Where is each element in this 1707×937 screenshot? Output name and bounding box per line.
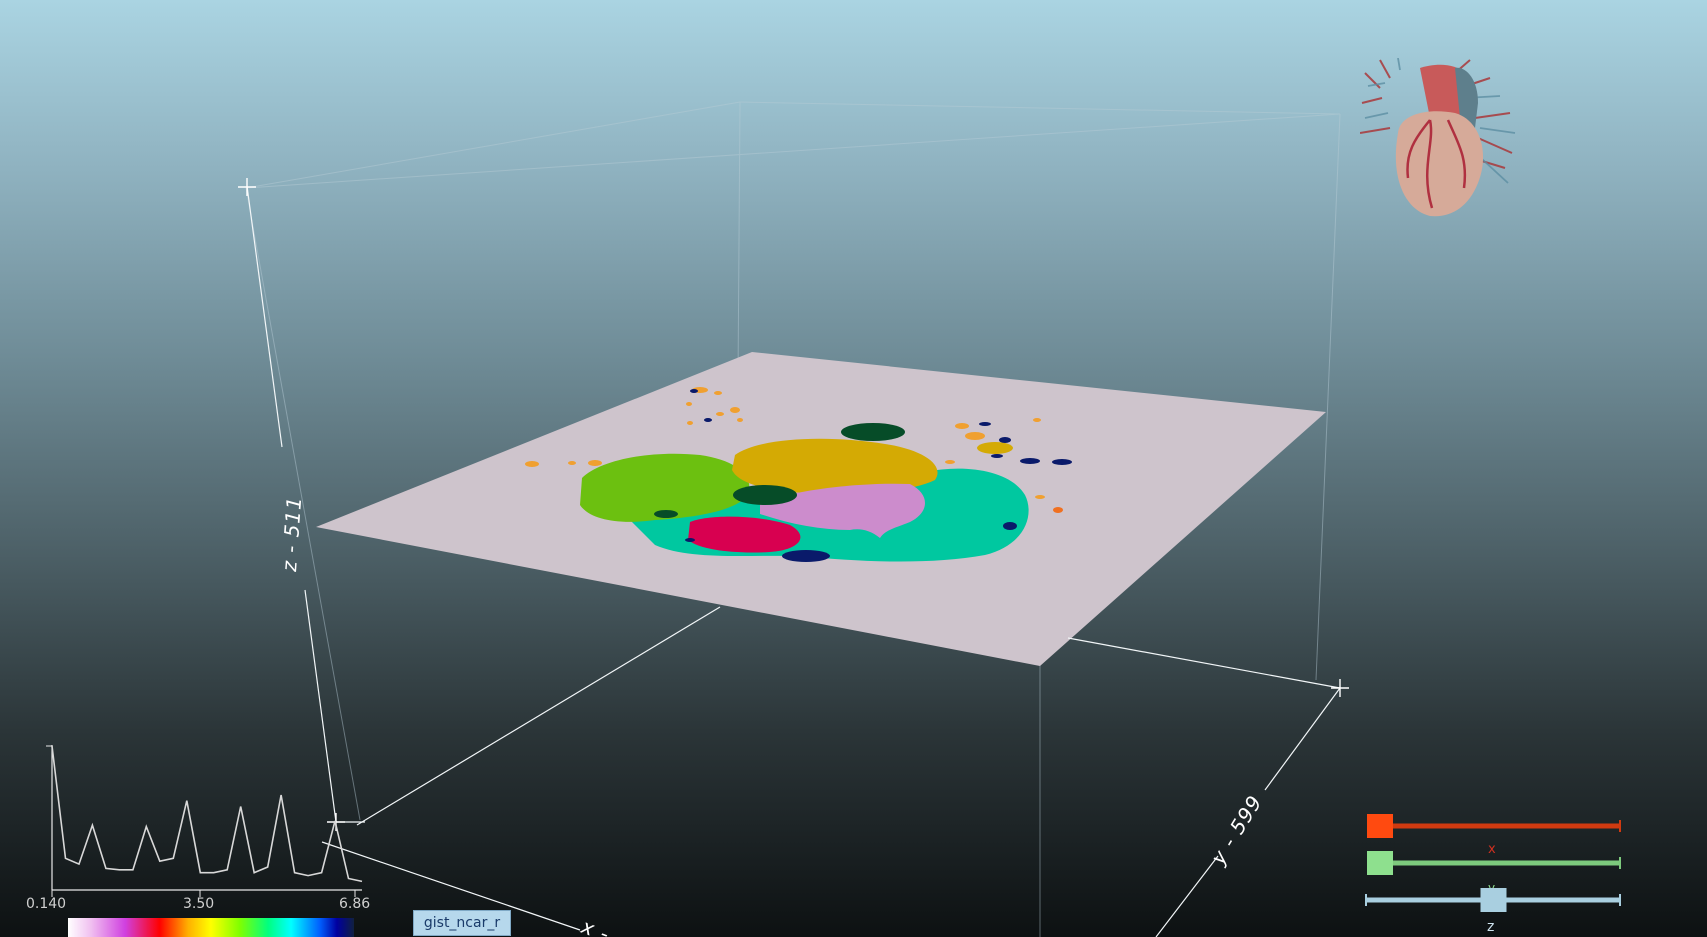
heart-render-thumbnail[interactable] xyxy=(1360,58,1520,228)
histogram-panel: 0.140 3.50 6.86 xyxy=(26,745,370,912)
segment-darkgreen-small xyxy=(654,510,678,518)
z-slider-label: z xyxy=(1487,919,1494,935)
segment-navy-bottom xyxy=(782,550,830,562)
segment-darkgreen-mid xyxy=(733,485,797,505)
x-slider[interactable]: x xyxy=(1367,814,1621,857)
z-axis-label: z - 511 xyxy=(277,495,306,573)
x-slider-label: x xyxy=(1488,842,1496,857)
slice-sliders: x y z xyxy=(1365,814,1621,935)
x-axis-label: x - xyxy=(577,914,613,937)
z-slider[interactable]: z xyxy=(1365,888,1621,935)
histogram-line xyxy=(51,745,363,883)
z-slider-handle[interactable] xyxy=(1480,888,1507,912)
segment-darkgreen-top xyxy=(841,423,905,441)
slice-plane[interactable] xyxy=(316,352,1326,666)
segment-navy-right xyxy=(1003,522,1017,530)
histogram-max-label: 6.86 xyxy=(339,896,370,912)
histogram-ticks xyxy=(46,745,356,897)
histogram-mid-label: 3.50 xyxy=(183,896,214,912)
y-slider-handle[interactable] xyxy=(1367,851,1393,875)
x-slider-handle[interactable] xyxy=(1367,814,1393,838)
colormap-name-button[interactable]: gist_ncar_r xyxy=(413,910,511,936)
y-axis-label: y - 599 xyxy=(1205,791,1267,870)
colorbar xyxy=(68,918,354,937)
histogram-min-label: 0.140 xyxy=(26,896,66,912)
